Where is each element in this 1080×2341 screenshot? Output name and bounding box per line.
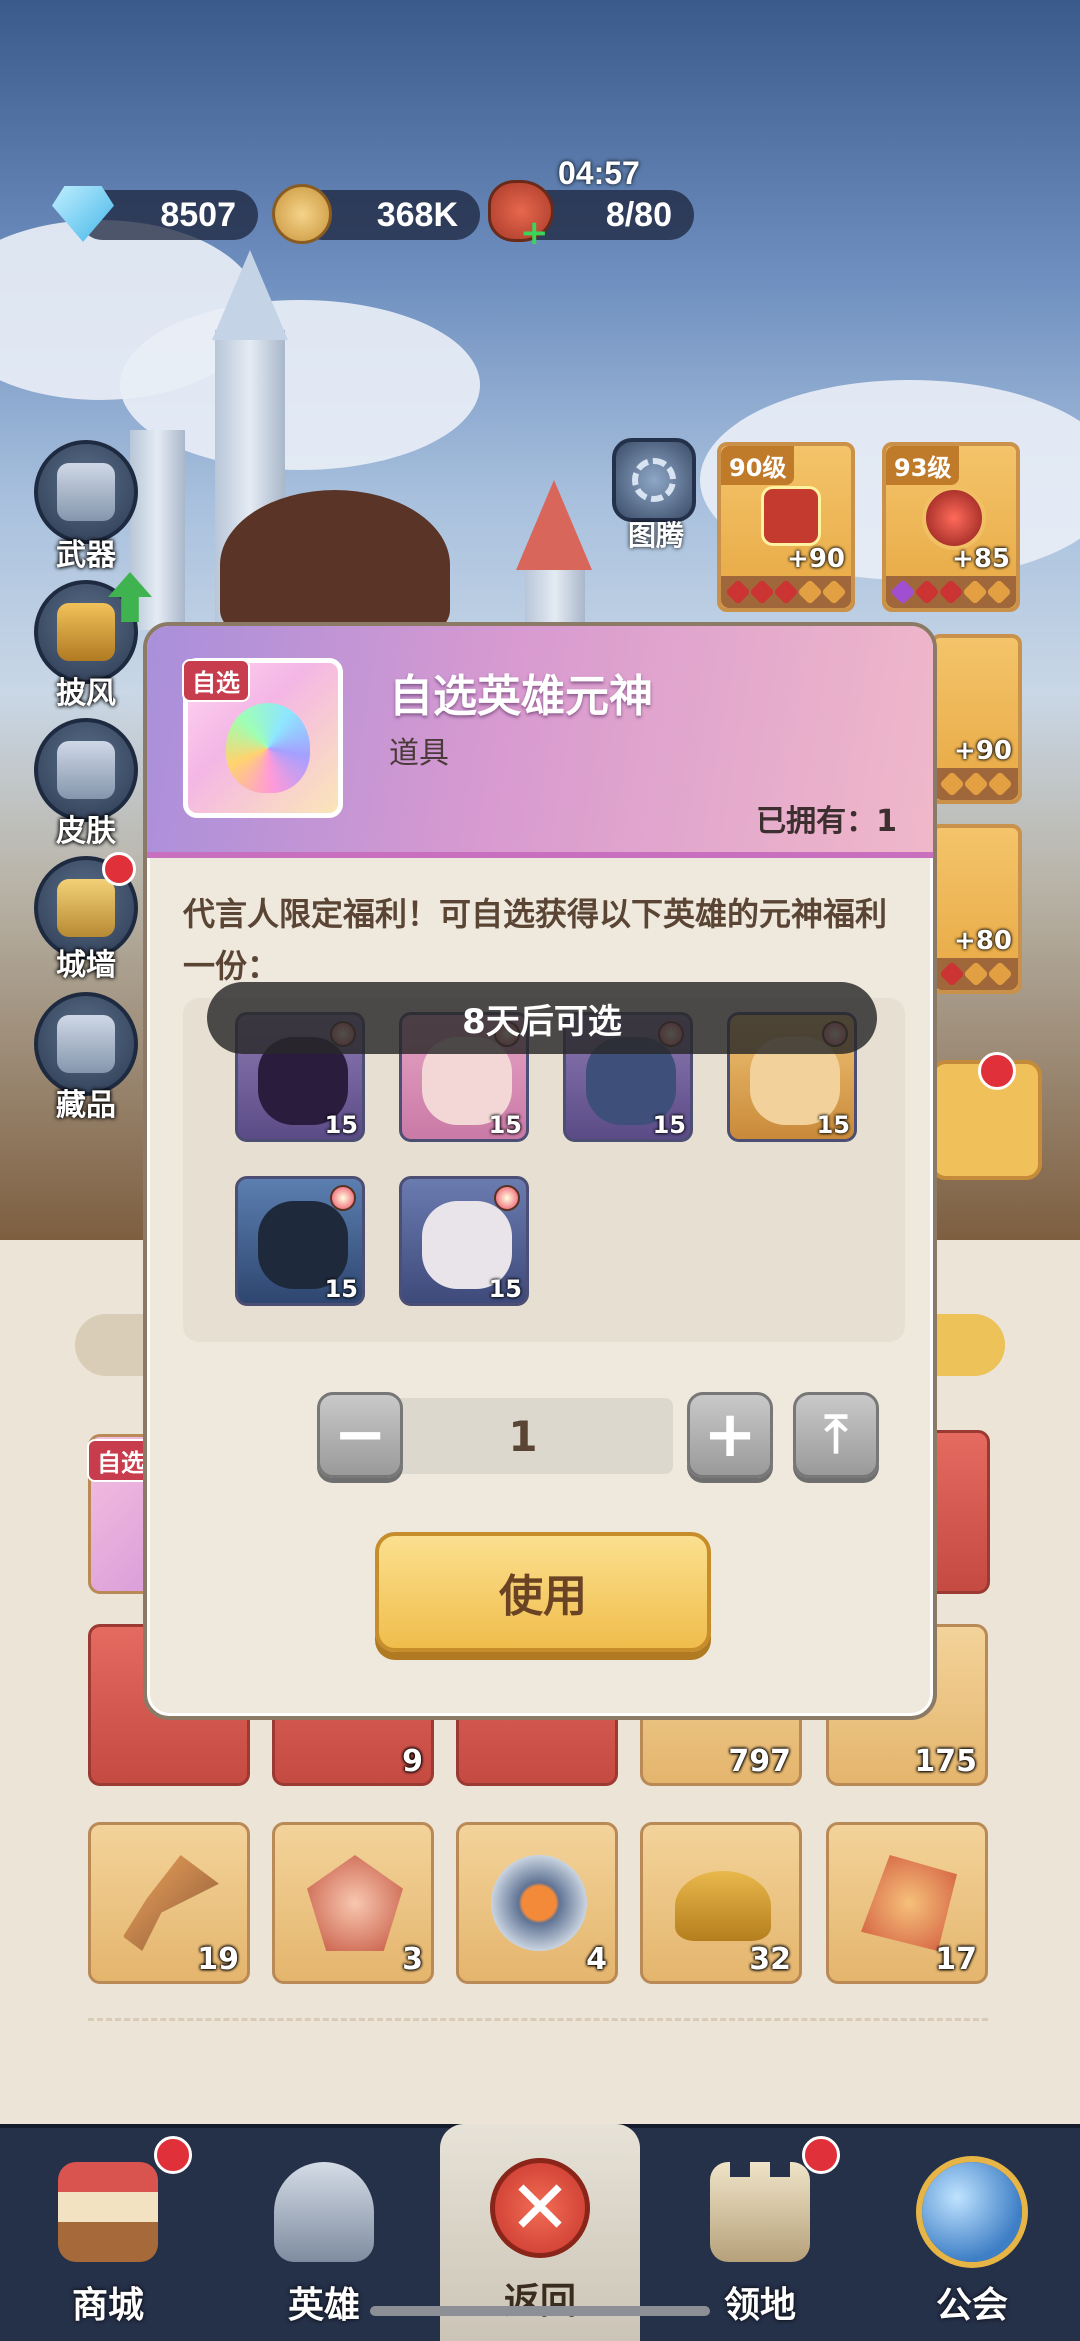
nav-guild-label: 公会 [935,2285,1008,2326]
item-dialog: 自选 自选英雄元神 道具 已拥有：1 代言人限定福利！可自选获得以下英雄的元神福… [143,622,937,1720]
gear-card[interactable]: +90 [930,634,1022,804]
wall-icon [57,879,115,937]
diamond-count: 8507 [160,195,236,234]
dialog-header: 自选 自选英雄元神 道具 已拥有：1 [147,626,933,858]
dialog-description: 代言人限定福利！可自选获得以下英雄的元神福利一份： [183,895,888,985]
totem-icon [632,458,676,502]
shop-icon [58,2162,158,2262]
gear-card[interactable]: 93级 +85 [882,442,1020,612]
gear-icon [761,486,821,546]
hero-option[interactable]: 15 [399,1176,529,1306]
item-count: 32 [749,1942,791,1977]
hero-level: 15 [652,1111,686,1139]
gear-plus: +90 [787,544,845,574]
hero-level: 15 [488,1111,522,1139]
use-button[interactable]: 使用 [375,1532,711,1652]
skin-label: 皮肤 [56,814,116,849]
nav-heroes-label: 英雄 [287,2285,360,2326]
item-count: 175 [914,1744,977,1779]
helmet-icon [274,2162,374,2262]
skin-icon [57,741,115,799]
max-quantity-button[interactable]: ⤒ [793,1392,879,1478]
inventory-slot[interactable]: 19 [88,1822,250,1984]
quantity-value[interactable]: 1 [373,1398,673,1474]
item-type: 道具 [389,736,449,771]
resource-bar: 8507 368K 04:57 8/80 + [0,0,1080,260]
stamina-count: 8/80 [605,195,672,234]
add-stamina-icon[interactable]: + [520,216,550,250]
hammer-icon [123,1855,219,1951]
item-count: 19 [197,1942,239,1977]
gear-plus: +85 [952,544,1010,574]
gear-level: 93级 [886,446,960,485]
collection-icon [57,1015,115,1073]
increase-button[interactable]: + [687,1392,773,1478]
lamp-icon [675,1871,771,1941]
gear-plus: +80 [954,926,1012,956]
nav-back-label: 返回 [503,2281,576,2322]
inventory-slot[interactable]: 32 [640,1822,802,1984]
weapon-button[interactable] [34,440,138,544]
hero-option[interactable]: 15 [235,1176,365,1306]
gem-icon [861,1855,957,1951]
wall-notification-badge [102,852,136,886]
totem-button[interactable] [612,438,696,522]
coin-count: 368K [376,195,458,234]
crystal-icon [307,1855,403,1951]
hero-soul-item-icon: 自选 [182,658,343,818]
gear-level: 90级 [721,446,795,485]
gear-plus: +90 [954,736,1012,766]
inventory-slot[interactable]: 4 [456,1822,618,1984]
gear-card[interactable]: +80 [930,824,1022,994]
totem-label: 图腾 [627,519,684,552]
item-count: 3 [402,1942,423,1977]
planet-icon [922,2162,1022,2262]
hero-level: 15 [488,1275,522,1303]
wheel-icon [491,1855,587,1951]
coin-icon [272,184,332,244]
stamina-timer: 04:57 [558,155,640,191]
hero-level: 15 [324,1111,358,1139]
select-tag: 自选 [182,659,250,702]
owned-count: 已拥有：1 [756,804,897,839]
item-count: 797 [728,1744,791,1779]
shop-notification-badge [154,2136,192,2174]
castle-icon [710,2162,810,2262]
nav-guild[interactable]: 公会 [864,2128,1080,2341]
inventory-slot[interactable]: 17 [826,1822,988,1984]
cape-icon [57,603,115,661]
home-indicator[interactable] [370,2306,710,2316]
nav-territory-label: 领地 [723,2285,796,2326]
collection-label: 藏品 [56,1088,116,1123]
cape-label: 披风 [56,676,116,711]
dialog-title: 自选英雄元神 [389,671,653,722]
territory-notification-badge [802,2136,840,2174]
hero-level: 15 [324,1275,358,1303]
item-count: 17 [935,1942,977,1977]
rainbow-orb-icon [226,703,310,793]
nav-shop-label: 商城 [71,2285,144,2326]
weapon-icon [57,463,115,521]
item-count: 9 [402,1744,423,1779]
gear-icon [922,486,986,550]
wall-label: 城墙 [56,948,116,983]
unlock-countdown-banner: 8天后可选 [207,982,877,1054]
gear-card[interactable]: 90级 +90 [717,442,855,612]
hero-level: 15 [816,1111,850,1139]
weapon-label: 武器 [56,538,116,573]
item-count: 4 [586,1942,607,1977]
close-icon: ✕ [490,2158,590,2258]
inventory-slot[interactable]: 3 [272,1822,434,1984]
